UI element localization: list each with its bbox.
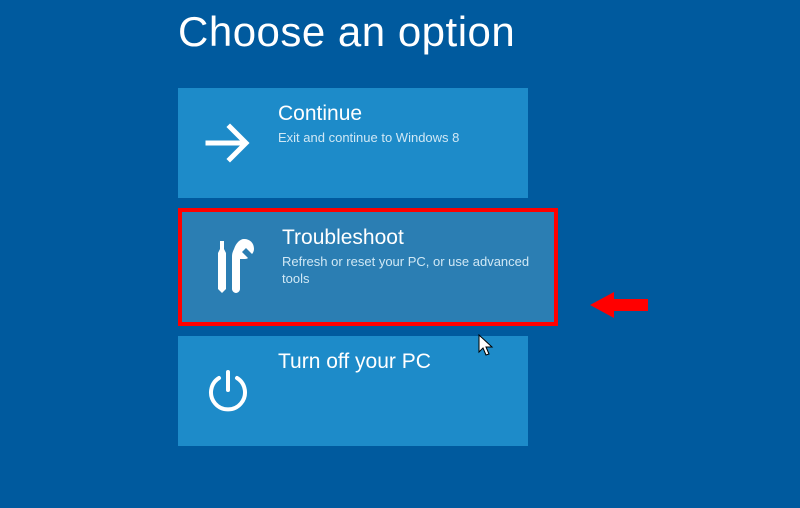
- option-desc: Exit and continue to Windows 8: [278, 130, 459, 147]
- troubleshoot-tile[interactable]: Troubleshoot Refresh or reset your PC, o…: [178, 208, 558, 326]
- page-title: Choose an option: [178, 8, 800, 56]
- tools-icon: [182, 212, 282, 322]
- options-list: Continue Exit and continue to Windows 8 …: [178, 88, 800, 446]
- option-desc: Refresh or reset your PC, or use advance…: [282, 254, 542, 288]
- option-title: Troubleshoot: [282, 226, 542, 250]
- continue-tile[interactable]: Continue Exit and continue to Windows 8: [178, 88, 528, 198]
- arrow-right-icon: [178, 88, 278, 198]
- power-icon: [178, 336, 278, 446]
- option-title: Turn off your PC: [278, 350, 431, 374]
- option-title: Continue: [278, 102, 459, 126]
- turnoff-tile[interactable]: Turn off your PC: [178, 336, 528, 446]
